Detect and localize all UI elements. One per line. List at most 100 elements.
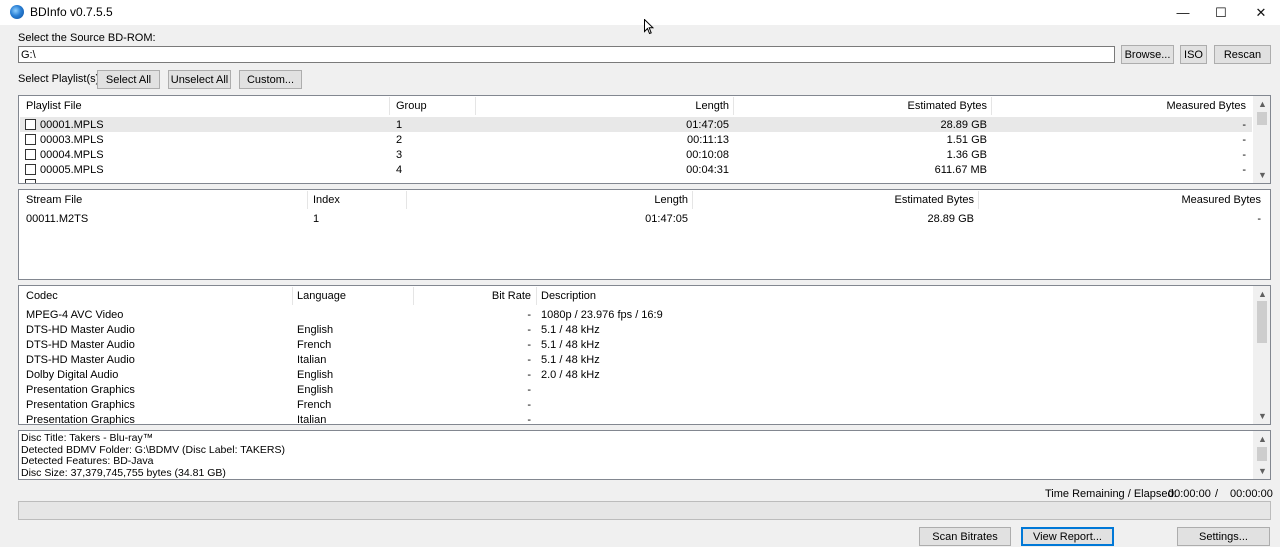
unselect-all-button[interactable]: Unselect All bbox=[168, 70, 231, 89]
settings-button[interactable]: Settings... bbox=[1177, 527, 1270, 546]
codec-bitrate: - bbox=[527, 339, 531, 351]
playlist-checkbox[interactable] bbox=[25, 134, 36, 145]
scan-bitrates-button[interactable]: Scan Bitrates bbox=[919, 527, 1011, 546]
bdinfo-disc-icon bbox=[10, 5, 24, 19]
playlist-length: 01:47:05 bbox=[686, 119, 729, 131]
codec-name: MPEG-4 AVC Video bbox=[26, 309, 124, 321]
playlist-file[interactable]: 00004.MPLS bbox=[40, 149, 104, 161]
codec-bitrate: - bbox=[527, 414, 531, 425]
codec-name: Presentation Graphics bbox=[26, 384, 135, 396]
codec-description: 5.1 / 48 kHz bbox=[541, 354, 600, 366]
col-measured-bytes[interactable]: Measured Bytes bbox=[984, 190, 1261, 210]
playlist-list[interactable]: Playlist File Group Length Estimated Byt… bbox=[18, 95, 1271, 184]
codec-name: Dolby Digital Audio bbox=[26, 369, 119, 381]
view-report-button[interactable]: View Report... bbox=[1021, 527, 1114, 546]
codec-bitrate: - bbox=[527, 309, 531, 321]
custom-button[interactable]: Custom... bbox=[239, 70, 302, 89]
playlist-group: 3 bbox=[396, 149, 403, 161]
scroll-thumb[interactable] bbox=[1257, 447, 1267, 461]
col-index[interactable]: Index bbox=[313, 190, 340, 210]
playlist-group: 1 bbox=[396, 119, 403, 131]
scroll-up-icon[interactable]: ▲ bbox=[1254, 432, 1270, 446]
codec-description: 5.1 / 48 kHz bbox=[541, 339, 600, 351]
codec-description: 1080p / 23.976 fps / 16:9 bbox=[541, 309, 663, 321]
playlist-file[interactable]: 00005.MPLS bbox=[40, 164, 104, 176]
source-path-input[interactable]: G:\ bbox=[18, 46, 1115, 63]
mouse-cursor-icon bbox=[644, 19, 654, 35]
col-codec[interactable]: Codec bbox=[26, 286, 58, 306]
playlist-checkbox[interactable] bbox=[25, 149, 36, 160]
rescan-button[interactable]: Rescan bbox=[1214, 45, 1271, 64]
col-group[interactable]: Group bbox=[396, 96, 427, 116]
browse-button[interactable]: Browse... bbox=[1121, 45, 1174, 64]
stream-list[interactable]: Stream File Index Length Estimated Bytes… bbox=[18, 189, 1271, 280]
playlist-file[interactable]: 00001.MPLS bbox=[40, 119, 104, 131]
select-playlists-label: Select Playlist(s): bbox=[18, 73, 103, 85]
playlist-length: 00:10:08 bbox=[686, 149, 729, 161]
scroll-down-icon[interactable]: ▼ bbox=[1254, 168, 1270, 182]
scroll-thumb[interactable] bbox=[1257, 301, 1267, 343]
time-remaining-value: 00:00:00 bbox=[1168, 488, 1211, 500]
codec-name: Presentation Graphics bbox=[26, 399, 135, 411]
codec-language: English bbox=[297, 384, 334, 396]
codec-language: French bbox=[297, 339, 332, 351]
col-estimated-bytes[interactable]: Estimated Bytes bbox=[739, 96, 987, 116]
playlist-measured: - bbox=[1242, 134, 1246, 146]
col-estimated-bytes[interactable]: Estimated Bytes bbox=[699, 190, 974, 210]
playlist-measured: - bbox=[1242, 149, 1246, 161]
scroll-up-icon[interactable]: ▲ bbox=[1254, 287, 1270, 301]
minimize-button[interactable]: — bbox=[1162, 0, 1204, 25]
time-elapsed-value: 00:00:00 bbox=[1230, 488, 1273, 500]
playlist-estimated: 28.89 GB bbox=[940, 119, 987, 131]
time-separator: / bbox=[1215, 488, 1219, 500]
col-bit-rate[interactable]: Bit Rate bbox=[419, 286, 531, 306]
scroll-thumb[interactable] bbox=[1257, 112, 1267, 125]
disc-info-line: Disc Size: 37,379,745,755 bytes (34.81 G… bbox=[21, 466, 226, 479]
playlist-checkbox[interactable] bbox=[25, 179, 36, 183]
disc-info-line: Detected Features: BD-Java bbox=[21, 455, 154, 467]
scroll-down-icon[interactable]: ▼ bbox=[1254, 409, 1270, 423]
col-stream-file[interactable]: Stream File bbox=[26, 190, 82, 210]
col-length[interactable]: Length bbox=[479, 96, 729, 116]
playlist-estimated: 1.36 GB bbox=[946, 149, 987, 161]
codec-name: Presentation Graphics bbox=[26, 414, 135, 425]
codec-bitrate: - bbox=[527, 354, 531, 366]
scroll-down-icon[interactable]: ▼ bbox=[1254, 464, 1270, 478]
col-measured-bytes[interactable]: Measured Bytes bbox=[999, 96, 1246, 116]
codec-bitrate: - bbox=[527, 384, 531, 396]
codec-language: English bbox=[297, 324, 334, 336]
stream-file[interactable]: 00011.M2TS bbox=[26, 213, 88, 225]
playlist-scrollbar[interactable]: ▲ ▼ bbox=[1253, 96, 1270, 183]
codec-description: 5.1 / 48 kHz bbox=[541, 324, 600, 336]
codec-scrollbar[interactable]: ▲ ▼ bbox=[1253, 286, 1270, 424]
disc-info-textarea[interactable]: Disc Title: Takers - Blu-ray™ Detected B… bbox=[18, 430, 1271, 480]
iso-button[interactable]: ISO bbox=[1180, 45, 1207, 64]
codec-list[interactable]: Codec Language Bit Rate Description MPEG… bbox=[18, 285, 1271, 425]
col-language[interactable]: Language bbox=[297, 286, 346, 306]
codec-name: DTS-HD Master Audio bbox=[26, 339, 135, 351]
col-playlist-file[interactable]: Playlist File bbox=[26, 96, 82, 116]
playlist-measured: - bbox=[1242, 119, 1246, 131]
codec-description: 2.0 / 48 kHz bbox=[541, 369, 600, 381]
playlist-file[interactable]: 00003.MPLS bbox=[40, 134, 104, 146]
stream-estimated: 28.89 GB bbox=[927, 213, 974, 225]
codec-language: Italian bbox=[297, 354, 327, 366]
playlist-checkbox[interactable] bbox=[25, 164, 36, 175]
codec-bitrate: - bbox=[527, 324, 531, 336]
col-description[interactable]: Description bbox=[541, 286, 596, 306]
maximize-button[interactable]: ☐ bbox=[1200, 0, 1242, 25]
disc-info-scrollbar[interactable]: ▲ ▼ bbox=[1253, 431, 1270, 479]
close-button[interactable]: ✕ bbox=[1240, 0, 1280, 25]
stream-measured: - bbox=[1257, 213, 1261, 225]
playlist-group: 2 bbox=[396, 134, 403, 146]
select-all-button[interactable]: Select All bbox=[97, 70, 160, 89]
playlist-estimated: 1.51 GB bbox=[946, 134, 987, 146]
col-length[interactable]: Length bbox=[409, 190, 688, 210]
stream-index: 1 bbox=[313, 213, 320, 225]
playlist-group: 4 bbox=[396, 164, 403, 176]
playlist-length: 00:11:13 bbox=[686, 134, 729, 146]
playlist-checkbox[interactable] bbox=[25, 119, 36, 130]
codec-name: DTS-HD Master Audio bbox=[26, 324, 135, 336]
scroll-up-icon[interactable]: ▲ bbox=[1254, 97, 1270, 111]
playlist-estimated: 611.67 MB bbox=[934, 164, 987, 176]
